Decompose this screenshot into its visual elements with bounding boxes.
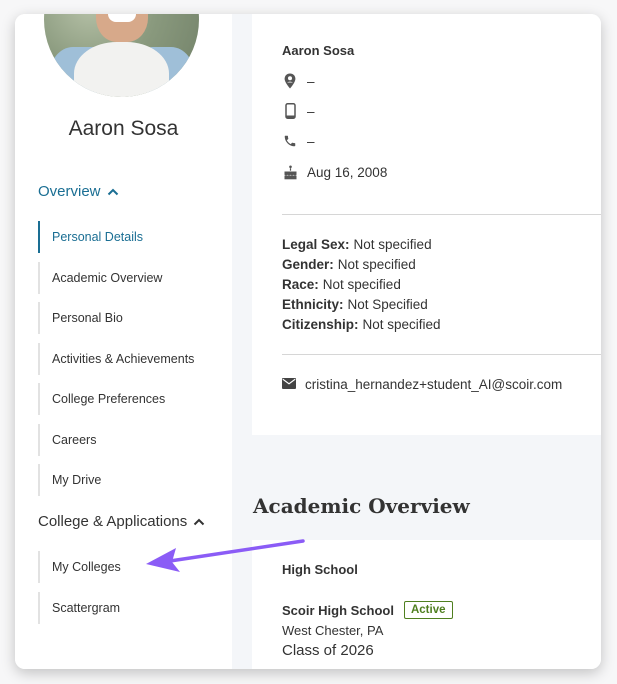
academic-overview-card: High School Scoir High School Active Wes… bbox=[252, 540, 601, 669]
main-content: Aaron Sosa – – – Aug 16, 2008 Legal Sex:… bbox=[232, 14, 601, 669]
email-envelope-icon bbox=[282, 377, 296, 392]
field-value: Not specified bbox=[322, 277, 401, 292]
mobile-row: – bbox=[282, 103, 315, 119]
address-value: – bbox=[307, 73, 315, 89]
ethnicity-field: Ethnicity: Not Specified bbox=[282, 297, 428, 312]
legal-sex-field: Legal Sex: Not specified bbox=[282, 237, 432, 252]
section-divider bbox=[282, 214, 601, 215]
student-name: Aaron Sosa bbox=[68, 117, 179, 140]
high-school-label: High School bbox=[282, 562, 358, 577]
phone-value: – bbox=[307, 133, 315, 149]
class-year: Class of 2026 bbox=[282, 642, 374, 659]
location-pin-icon bbox=[282, 73, 298, 89]
sidebar-item-college-preferences[interactable]: College Preferences bbox=[38, 383, 232, 415]
sidebar-item-personal-bio[interactable]: Personal Bio bbox=[38, 302, 232, 334]
citizenship-field: Citizenship: Not specified bbox=[282, 317, 441, 332]
status-badge: Active bbox=[403, 601, 453, 619]
field-value: Not specified bbox=[362, 317, 441, 332]
phone-icon bbox=[282, 133, 298, 149]
chevron-up-icon bbox=[194, 518, 205, 525]
email-row: cristina_hernandez+student_AI@scoir.com bbox=[282, 377, 562, 392]
birthday-cake-icon bbox=[282, 164, 298, 180]
academic-overview-title: Academic Overview bbox=[253, 494, 470, 518]
birthday-row: Aug 16, 2008 bbox=[282, 164, 387, 180]
section-divider bbox=[282, 354, 601, 355]
student-avatar bbox=[44, 14, 199, 97]
race-field: Race: Not specified bbox=[282, 277, 401, 292]
personal-details-card: Aaron Sosa – – – Aug 16, 2008 Legal Sex:… bbox=[252, 14, 601, 435]
sidebar-item-activities-achievements[interactable]: Activities & Achievements bbox=[38, 343, 232, 375]
phone-row: – bbox=[282, 133, 315, 149]
field-label: Gender: bbox=[282, 257, 334, 272]
gender-field: Gender: Not specified bbox=[282, 257, 416, 272]
sidebar-item-personal-details[interactable]: Personal Details bbox=[38, 221, 232, 253]
field-value: Not Specified bbox=[347, 297, 428, 312]
chevron-up-icon bbox=[107, 188, 118, 195]
birthday-value: Aug 16, 2008 bbox=[307, 164, 388, 180]
sidebar-item-my-colleges[interactable]: My Colleges bbox=[38, 551, 232, 583]
field-value: Not specified bbox=[337, 257, 416, 272]
address-row: – bbox=[282, 73, 315, 89]
field-label: Ethnicity: bbox=[282, 297, 344, 312]
school-location: West Chester, PA bbox=[282, 623, 384, 638]
sidebar-item-my-drive[interactable]: My Drive bbox=[38, 464, 232, 496]
app-window: Aaron Sosa Overview Personal Details Aca… bbox=[15, 14, 601, 669]
field-label: Citizenship: bbox=[282, 317, 359, 332]
field-label: Legal Sex: bbox=[282, 237, 350, 252]
email-value[interactable]: cristina_hernandez+student_AI@scoir.com bbox=[305, 377, 562, 392]
overview-section-toggle[interactable]: Overview bbox=[38, 183, 119, 200]
overview-section-label: Overview bbox=[38, 183, 101, 200]
sidebar-item-careers[interactable]: Careers bbox=[38, 424, 232, 456]
sidebar: Aaron Sosa Overview Personal Details Aca… bbox=[15, 14, 232, 669]
college-applications-section-toggle[interactable]: College & Applications bbox=[38, 513, 205, 530]
field-label: Race: bbox=[282, 277, 319, 292]
sidebar-item-scattergram[interactable]: Scattergram bbox=[38, 592, 232, 624]
school-name: Scoir High School bbox=[282, 602, 394, 618]
field-value: Not specified bbox=[353, 237, 432, 252]
school-row: Scoir High School Active bbox=[282, 601, 453, 619]
mobile-value: – bbox=[307, 103, 315, 119]
college-applications-section-label: College & Applications bbox=[38, 513, 188, 530]
student-full-name: Aaron Sosa bbox=[282, 43, 355, 58]
mobile-phone-icon bbox=[282, 103, 298, 119]
sidebar-item-academic-overview[interactable]: Academic Overview bbox=[38, 262, 232, 294]
